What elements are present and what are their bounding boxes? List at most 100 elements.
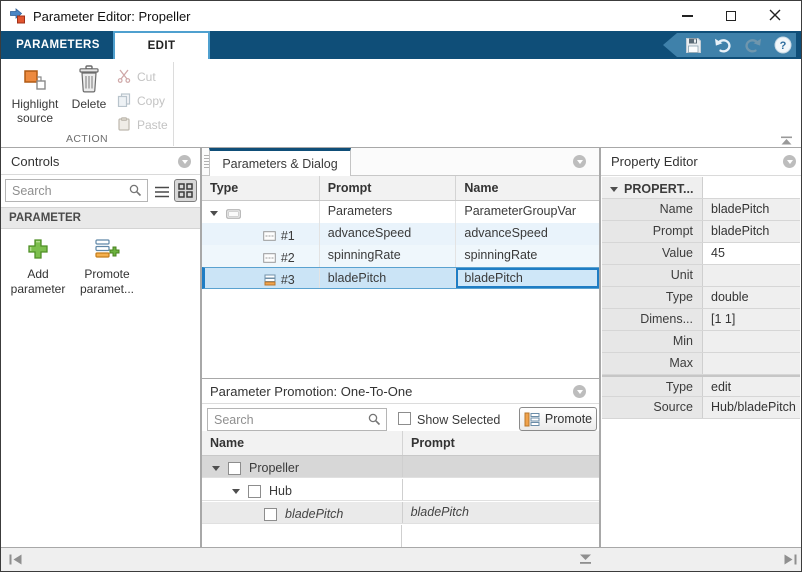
expander-icon[interactable] (212, 466, 220, 471)
property-editor-panel: Property Editor PROPERT... Name bladePit… (601, 148, 802, 547)
property-value[interactable]: bladePitch (703, 221, 800, 242)
property-value[interactable]: bladePitch (703, 199, 800, 220)
property-value[interactable] (703, 265, 800, 286)
property-value[interactable] (703, 353, 800, 374)
tree-row-hub[interactable]: Hub (202, 479, 599, 501)
controls-search (5, 179, 148, 202)
table-row-group[interactable]: Parameters ParameterGroupVar (202, 201, 599, 223)
collapse-ribbon-icon (780, 136, 793, 145)
name-cell: bladePitch (202, 502, 403, 523)
highlight-source-label-1: Highlight (3, 97, 67, 111)
close-button[interactable] (753, 1, 797, 31)
promote-button[interactable]: Promote (519, 407, 597, 431)
promotion-table-header: Name Prompt (202, 431, 599, 456)
paste-button[interactable]: Paste (117, 115, 168, 135)
property-row-type[interactable]: Type double (602, 287, 800, 309)
collapse-ribbon-button[interactable] (780, 134, 793, 148)
cut-icon (117, 69, 131, 86)
name-cell (202, 525, 402, 547)
property-value[interactable] (703, 331, 800, 352)
table-row-2[interactable]: #2 spinningRate spinningRate (202, 245, 599, 267)
toolstrip-tabbar: PARAMETERS EDIT (1, 31, 801, 59)
property-label: Prompt (602, 221, 703, 242)
property-group-row[interactable]: PROPERT... (602, 177, 800, 199)
table-row-3-selected[interactable]: #3 bladePitch bladePitch (202, 267, 599, 289)
window-controls (665, 1, 797, 31)
maximize-icon (726, 11, 736, 21)
prompt-cell (403, 456, 600, 477)
name-cell-editing[interactable]: bladePitch (456, 268, 599, 288)
controls-search-input[interactable] (5, 179, 148, 202)
property-value[interactable]: [1 1] (703, 309, 800, 330)
property-row-min[interactable]: Min (602, 331, 800, 353)
expander-icon[interactable] (232, 489, 240, 494)
property-label: Unit (602, 265, 703, 286)
panel-menu-icon[interactable] (573, 155, 586, 168)
prompt-cell: spinningRate (320, 245, 457, 267)
property-row-dimensions[interactable]: Dimens... [1 1] (602, 309, 800, 331)
add-parameter-button[interactable]: Add parameter (7, 235, 69, 297)
panel-menu-icon[interactable] (783, 155, 796, 168)
property-row-type2[interactable]: Type edit (602, 375, 800, 397)
help-button[interactable]: ? (773, 35, 793, 55)
show-selected-checkbox[interactable] (398, 412, 411, 425)
promote-parameter-button[interactable]: Promote paramet... (73, 235, 141, 297)
property-label: Value (602, 243, 703, 264)
tab-parameters-dialog[interactable]: Parameters & Dialog (209, 148, 351, 176)
type-index: #2 (281, 251, 295, 265)
promotion-search-input[interactable] (207, 408, 387, 431)
column-header-name[interactable]: Name (456, 176, 599, 200)
property-value[interactable]: Hub/bladePitch (703, 397, 800, 418)
property-table: PROPERT... Name bladePitch Prompt bladeP… (602, 177, 800, 419)
table-row-1[interactable]: #1 advanceSpeed advanceSpeed (202, 223, 599, 245)
property-row-prompt[interactable]: Prompt bladePitch (602, 221, 800, 243)
property-row-value[interactable]: Value 45 (602, 243, 800, 265)
column-header-name[interactable]: Name (202, 431, 403, 455)
column-header-prompt[interactable]: Prompt (320, 176, 457, 200)
tree-row-bladepitch[interactable]: bladePitch bladePitch (202, 502, 599, 524)
tab-edit[interactable]: EDIT (113, 31, 210, 59)
collapse-left-button[interactable] (9, 554, 23, 568)
copy-button[interactable]: Copy (117, 91, 165, 111)
checkbox[interactable] (248, 485, 261, 498)
prompt-cell: advanceSpeed (320, 223, 457, 245)
list-view-button[interactable] (152, 183, 172, 201)
cut-button[interactable]: Cut (117, 67, 156, 87)
column-header-prompt[interactable]: Prompt (403, 431, 599, 455)
prompt-cell: bladePitch (403, 502, 599, 523)
delete-button[interactable]: Delete (65, 63, 113, 111)
highlight-source-label-2: source (3, 111, 67, 125)
checkbox[interactable] (228, 462, 241, 475)
name-cell: Hub (202, 479, 403, 500)
property-row-name[interactable]: Name bladePitch (602, 199, 800, 221)
grid-view-button[interactable] (174, 179, 197, 202)
save-button[interactable] (683, 35, 703, 55)
collapse-right-button[interactable] (783, 554, 797, 568)
scroll-bottom-button[interactable] (579, 554, 592, 568)
expander-icon[interactable] (610, 187, 618, 192)
trash-icon (65, 63, 113, 93)
panel-menu-icon[interactable] (178, 155, 191, 168)
property-value[interactable]: double (703, 287, 800, 308)
help-icon: ? (774, 36, 792, 54)
tree-row-propeller[interactable]: Propeller (202, 456, 599, 478)
property-value[interactable]: 45 (703, 243, 800, 264)
column-header-type[interactable]: Type (202, 176, 320, 200)
parameters-dialog-panel: Parameters & Dialog Type Prompt Name Par… (202, 148, 599, 379)
minimize-button[interactable] (665, 1, 709, 31)
panel-menu-icon[interactable] (573, 385, 586, 398)
redo-button[interactable] (743, 35, 763, 55)
promotion-header-border (202, 403, 599, 404)
maximize-button[interactable] (709, 1, 753, 31)
expander-icon[interactable] (210, 211, 218, 216)
highlight-source-button[interactable]: Highlight source (3, 63, 67, 125)
property-row-max[interactable]: Max (602, 353, 800, 375)
property-row-unit[interactable]: Unit (602, 265, 800, 287)
checkbox[interactable] (264, 508, 277, 521)
property-row-source[interactable]: Source Hub/bladePitch (602, 397, 800, 419)
undo-button[interactable] (713, 35, 733, 55)
controls-panel: Controls PARAMETER (1, 148, 200, 547)
grid-view-icon (178, 183, 193, 198)
property-value[interactable]: edit (703, 377, 800, 396)
tab-parameters[interactable]: PARAMETERS (9, 31, 107, 59)
